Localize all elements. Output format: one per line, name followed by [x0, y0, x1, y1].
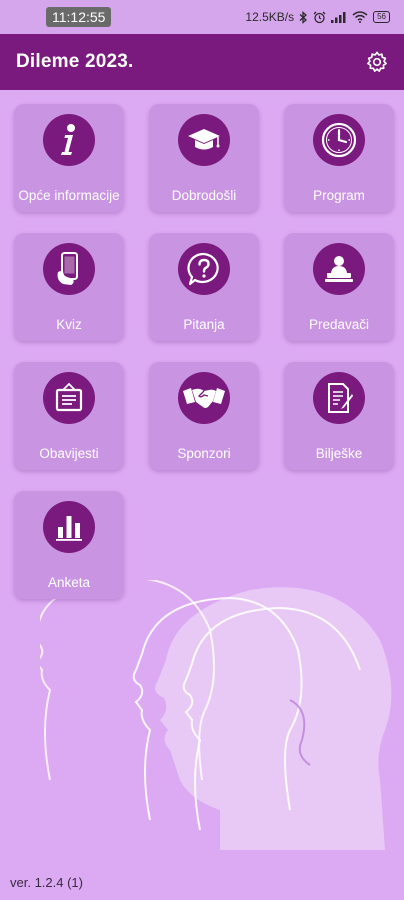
tile-predavaci[interactable]: Predavači [284, 233, 394, 341]
status-time: 11:12:55 [46, 7, 112, 27]
bar-chart-icon [43, 501, 95, 553]
menu-grid: Opće informacije Dobrodošli Program Kviz [14, 104, 394, 599]
settings-button[interactable] [364, 49, 390, 75]
tile-label: Sponzori [177, 446, 231, 461]
app-version: ver. 1.2.4 (1) [10, 875, 83, 890]
heads-background-illustration [40, 580, 392, 850]
tile-anketa[interactable]: Anketa [14, 491, 124, 599]
battery-level: 56 [377, 12, 386, 21]
alarm-icon [313, 11, 326, 23]
tile-label: Pitanja [183, 317, 225, 332]
smartphone-icon [43, 243, 95, 295]
bluetooth-icon [299, 10, 308, 24]
tile-biljeske[interactable]: Bilješke [284, 362, 394, 470]
app-bar: Dileme 2023. [0, 34, 404, 90]
battery-icon: 56 [373, 11, 390, 23]
lecturer-icon [313, 243, 365, 295]
tile-label: Obavijesti [39, 446, 99, 461]
info-icon [43, 114, 95, 166]
status-bar: 11:12:55 12.5KB/s 56 [0, 0, 404, 34]
handshake-icon [178, 372, 230, 424]
status-icons: 12.5KB/s 56 [245, 10, 390, 24]
tile-label: Predavači [308, 317, 370, 332]
tile-label: Program [313, 188, 365, 203]
gear-icon [367, 51, 387, 72]
tile-dobrodosli[interactable]: Dobrodošli [149, 104, 259, 212]
tile-kviz[interactable]: Kviz [14, 233, 124, 341]
notes-icon [313, 372, 365, 424]
tile-program[interactable]: Program [284, 104, 394, 212]
clock-icon [313, 114, 365, 166]
tile-label: Opće informacije [18, 188, 120, 203]
app-title: Dileme 2023. [16, 51, 134, 72]
tile-label: Anketa [47, 575, 91, 590]
notice-board-icon [43, 372, 95, 424]
tile-label: Kviz [56, 317, 82, 332]
tile-pitanja[interactable]: Pitanja [149, 233, 259, 341]
network-speed: 12.5KB/s [245, 10, 295, 24]
tile-sponzori[interactable]: Sponzori [149, 362, 259, 470]
question-bubble-icon [178, 243, 230, 295]
main-content: Opće informacije Dobrodošli Program Kviz [0, 90, 404, 900]
tile-obavijesti[interactable]: Obavijesti [14, 362, 124, 470]
wifi-icon [352, 11, 368, 23]
tile-opce-informacije[interactable]: Opće informacije [14, 104, 124, 212]
signal-icon [331, 12, 346, 23]
tile-label: Bilješke [315, 446, 363, 461]
tile-label: Dobrodošli [171, 188, 237, 203]
graduation-cap-icon [178, 114, 230, 166]
